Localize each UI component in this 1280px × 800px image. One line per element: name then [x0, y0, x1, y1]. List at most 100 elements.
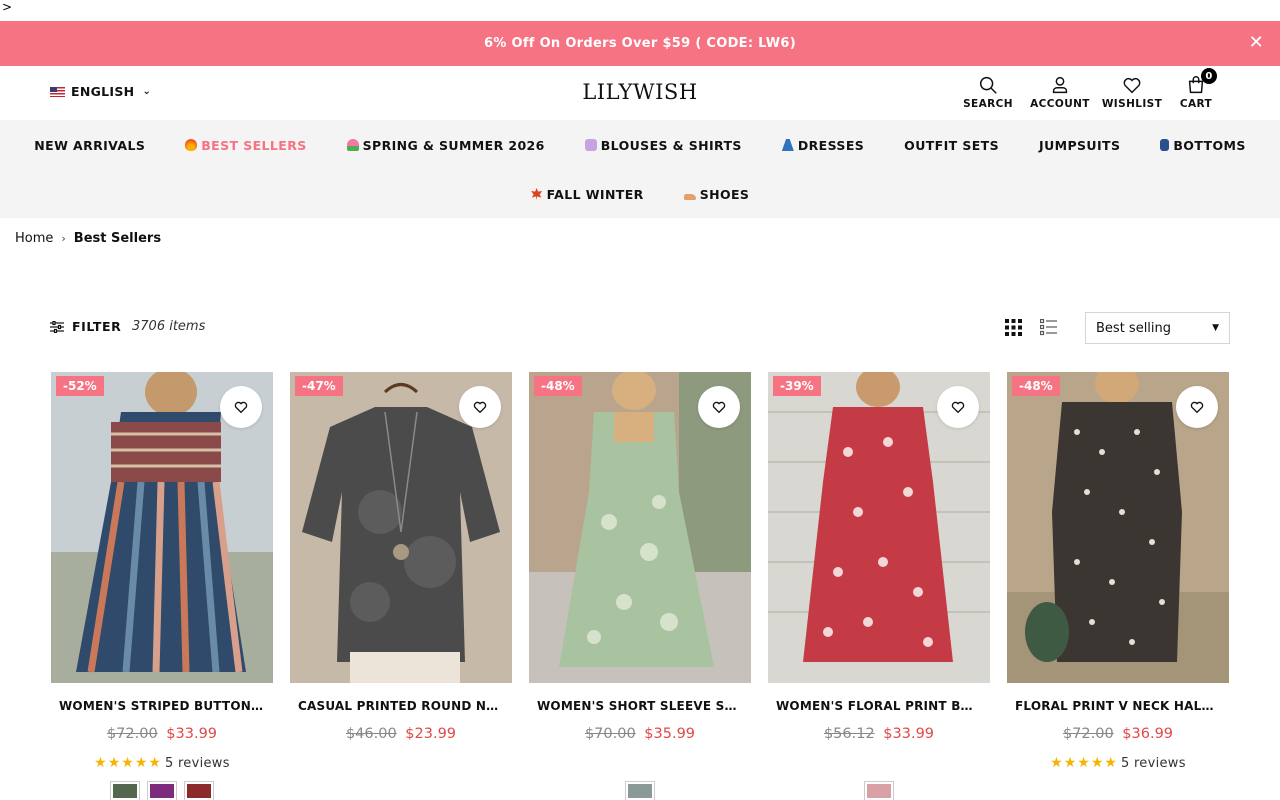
- color-swatch[interactable]: [147, 781, 177, 800]
- heart-icon: [951, 401, 965, 414]
- product-title[interactable]: CASUAL PRINTED ROUND NECK TOP: [290, 699, 512, 713]
- promo-banner: 6% Off On Orders Over $59 ( CODE: LW6) ✕: [0, 21, 1280, 66]
- sale-price: $33.99: [166, 726, 218, 742]
- product-rating: ★★★★★ 5 reviews: [51, 755, 273, 771]
- sort-select[interactable]: Best selling ▼: [1085, 312, 1230, 344]
- nav-new-arrivals[interactable]: NEW ARRIVALS: [14, 134, 165, 156]
- account-button[interactable]: ACCOUNT: [1024, 74, 1096, 110]
- fire-icon: [185, 139, 198, 151]
- product-card[interactable]: -47% CASUAL PRINTED ROUND NECK TOP $46.0…: [290, 372, 512, 800]
- original-price: $46.00: [345, 726, 397, 742]
- sale-price: $23.99: [405, 726, 457, 742]
- discount-badge: -39%: [773, 376, 821, 396]
- nav-label: DRESSES: [797, 137, 865, 153]
- product-rating: ★★★★★ 5 reviews: [1007, 755, 1229, 771]
- nav-dresses[interactable]: DRESSES: [762, 134, 884, 156]
- discount-badge: -47%: [295, 376, 343, 396]
- cart-count-badge: 0: [1201, 68, 1217, 84]
- sale-price: $35.99: [644, 726, 696, 742]
- wishlist-heart-button[interactable]: [220, 386, 262, 428]
- product-grid: -52% WOMEN'S STRIPED BUTTON FRONT MIDI D…: [51, 372, 1229, 800]
- nav-spring-summer[interactable]: SPRING & SUMMER 2026: [327, 134, 565, 156]
- product-title[interactable]: WOMEN'S FLORAL PRINT BUTTON DRESS: [768, 699, 990, 713]
- color-swatches: [768, 781, 990, 800]
- nav-label: OUTFIT SETS: [904, 137, 1000, 153]
- nav-row-2: FALL WINTER SHOES: [0, 183, 1280, 205]
- nav-best-sellers[interactable]: BEST SELLERS: [165, 134, 326, 156]
- product-image[interactable]: -52%: [51, 372, 273, 683]
- nav-blouses-shirts[interactable]: BLOUSES & SHIRTS: [565, 134, 762, 156]
- close-icon[interactable]: ✕: [1249, 33, 1264, 53]
- product-title[interactable]: WOMEN'S STRIPED BUTTON FRONT MIDI DRESS: [51, 699, 273, 713]
- product-price: $56.12 $33.99: [768, 726, 990, 742]
- color-swatch[interactable]: [184, 781, 214, 800]
- view-toggle: [1005, 319, 1057, 336]
- color-swatch[interactable]: [864, 781, 894, 800]
- wishlist-button[interactable]: WISHLIST: [1096, 74, 1168, 110]
- stray-character: >: [2, 0, 13, 14]
- heart-icon: [234, 401, 248, 414]
- color-swatch[interactable]: [625, 781, 655, 800]
- nav-label: JUMPSUITS: [1039, 137, 1121, 153]
- filter-label: FILTER: [72, 319, 122, 334]
- breadcrumb: Home › Best Sellers: [15, 231, 161, 246]
- product-title[interactable]: FLORAL PRINT V NECK HALF SLEEVE DRESS: [1007, 699, 1229, 713]
- discount-badge: -48%: [534, 376, 582, 396]
- wishlist-label: WISHLIST: [1101, 98, 1163, 110]
- wishlist-heart-button[interactable]: [1176, 386, 1218, 428]
- wishlist-heart-button[interactable]: [459, 386, 501, 428]
- nav-shoes[interactable]: SHOES: [664, 183, 770, 205]
- nav-bottoms[interactable]: BOTTOMS: [1140, 134, 1265, 156]
- heart-icon: [473, 401, 487, 414]
- product-card[interactable]: -48% WOMEN'S SHORT SLEEVE SQUARE NECK DR…: [529, 372, 751, 800]
- color-swatch[interactable]: [110, 781, 140, 800]
- original-price: $70.00: [584, 726, 636, 742]
- promo-text[interactable]: 6% Off On Orders Over $59 ( CODE: LW6): [484, 36, 796, 51]
- list-view-icon[interactable]: [1040, 319, 1057, 336]
- product-image[interactable]: -47%: [290, 372, 512, 683]
- review-count: 5 reviews: [164, 756, 230, 771]
- breadcrumb-current: Best Sellers: [73, 231, 162, 246]
- user-icon: [1052, 76, 1068, 94]
- account-label: ACCOUNT: [1030, 98, 1090, 110]
- original-price: $72.00: [106, 726, 158, 742]
- shoe-icon: [683, 194, 696, 200]
- filter-button[interactable]: FILTER: [50, 319, 121, 334]
- nav-outfit-sets[interactable]: OUTFIT SETS: [884, 134, 1019, 156]
- product-image[interactable]: -39%: [768, 372, 990, 683]
- main-nav: NEW ARRIVALS BEST SELLERS SPRING & SUMME…: [0, 120, 1280, 218]
- product-image[interactable]: -48%: [1007, 372, 1229, 683]
- product-card[interactable]: -52% WOMEN'S STRIPED BUTTON FRONT MIDI D…: [51, 372, 273, 800]
- wishlist-heart-button[interactable]: [698, 386, 740, 428]
- search-button[interactable]: SEARCH: [952, 74, 1024, 110]
- wishlist-heart-button[interactable]: [937, 386, 979, 428]
- original-price: $56.12: [823, 726, 875, 742]
- color-swatches: [529, 781, 751, 800]
- tulip-icon: [346, 139, 359, 151]
- filter-sliders-icon: [50, 320, 64, 333]
- grid-view-icon[interactable]: [1005, 319, 1022, 336]
- maple-leaf-icon: [531, 188, 543, 200]
- discount-badge: -52%: [56, 376, 104, 396]
- nav-label: FALL WINTER: [546, 186, 644, 202]
- product-title[interactable]: WOMEN'S SHORT SLEEVE SQUARE NECK DRESS: [529, 699, 751, 713]
- cart-button[interactable]: CART 0: [1168, 68, 1224, 110]
- product-card[interactable]: -48% FLORAL PRINT V NECK HALF SLEEVE DRE…: [1007, 372, 1229, 800]
- sale-price: $33.99: [883, 726, 935, 742]
- color-swatches: [51, 781, 273, 800]
- product-card[interactable]: -39% WOMEN'S FLORAL PRINT BUTTON DRESS $…: [768, 372, 990, 800]
- product-price: $46.00 $23.99: [290, 726, 512, 742]
- product-image[interactable]: -48%: [529, 372, 751, 683]
- breadcrumb-home[interactable]: Home: [15, 231, 53, 246]
- site-header: ENGLISH ⌄ LILYWISH SEARCH ACCOUNT WISHLI…: [0, 66, 1280, 120]
- nav-jumpsuits[interactable]: JUMPSUITS: [1019, 134, 1140, 156]
- original-price: $72.00: [1062, 726, 1114, 742]
- heart-icon: [712, 401, 726, 414]
- sale-price: $36.99: [1122, 726, 1174, 742]
- star-rating-icons: ★★★★★: [1050, 755, 1118, 771]
- star-rating-icons: ★★★★★: [94, 755, 162, 771]
- header-actions: SEARCH ACCOUNT WISHLIST CART 0: [952, 68, 1224, 110]
- nav-fall-winter[interactable]: FALL WINTER: [511, 183, 664, 205]
- breadcrumb-separator: ›: [61, 232, 66, 245]
- item-count: 3706 items: [132, 319, 206, 334]
